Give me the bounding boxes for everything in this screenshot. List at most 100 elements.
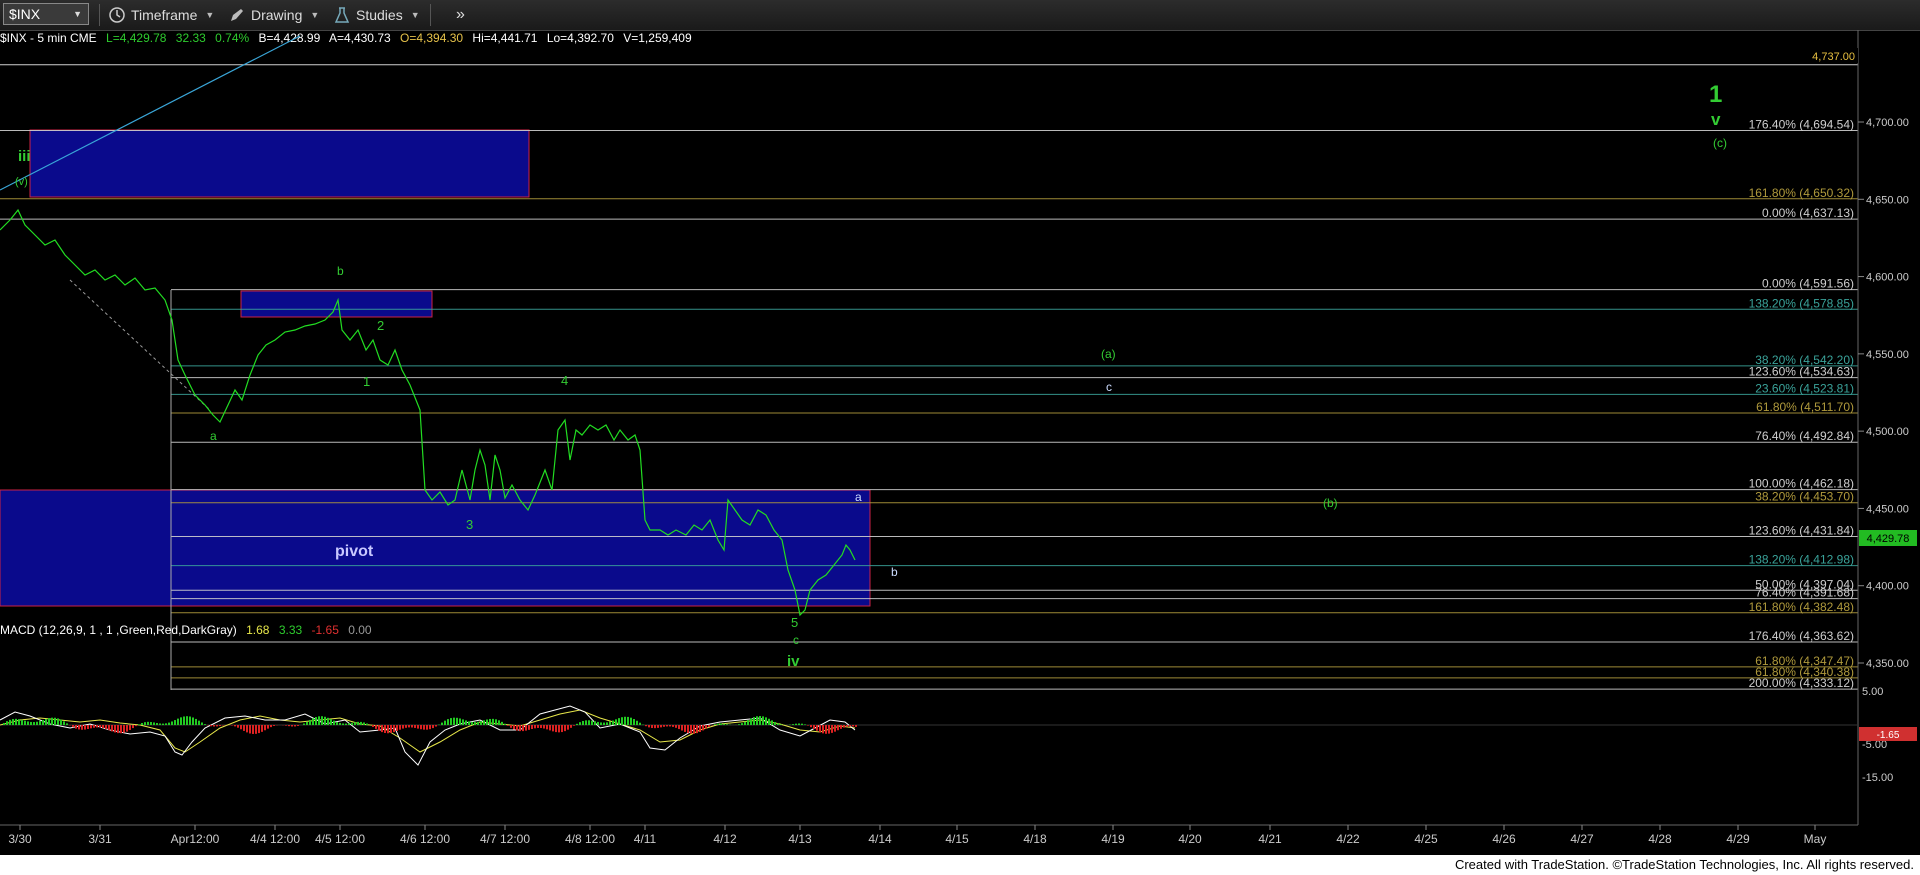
chevron-down-icon: ▼	[310, 10, 320, 20]
fib-label: 123.60% (4,534.63)	[1749, 365, 1854, 379]
macd-bar	[312, 718, 314, 725]
macd-bar	[306, 721, 308, 725]
macd-bar	[741, 723, 743, 725]
macd-bar	[462, 719, 464, 725]
macd-bar	[204, 724, 206, 725]
macd-bar	[747, 720, 749, 725]
macd-bar	[273, 725, 275, 726]
macd-bar	[498, 720, 500, 725]
macd-bar	[534, 725, 536, 729]
date-tick-label: 4/21	[1258, 832, 1282, 846]
macd-bar	[585, 720, 587, 725]
macd-bar	[597, 721, 599, 725]
price-chart[interactable]: iii (v) b 2 1 a 4 3 5 c iv (a) (b) 1 v (…	[0, 30, 1920, 855]
toolbar-separator	[430, 4, 431, 26]
macd-bar	[237, 725, 239, 728]
macd-bar	[270, 725, 272, 728]
macd-bar	[459, 718, 461, 725]
macd-bar	[171, 721, 173, 725]
price-tick-label: 4,400.00	[1866, 581, 1909, 593]
fib-label: 138.20% (4,412.98)	[1749, 553, 1854, 567]
macd-bar	[501, 721, 503, 725]
macd-bar	[246, 725, 248, 733]
macd-bar	[543, 725, 545, 729]
chevron-down-icon: ▼	[205, 10, 215, 20]
macd-bar	[147, 721, 149, 725]
drawing-button[interactable]: Drawing ▼	[227, 3, 319, 27]
macd-bar	[471, 721, 473, 725]
macd-bar	[756, 716, 758, 725]
macd-bar	[264, 725, 266, 731]
macd-bar	[186, 716, 188, 725]
macd-bar	[615, 719, 617, 725]
macd-bar	[399, 725, 401, 730]
macd-bar	[96, 725, 98, 728]
macd-bar	[144, 722, 146, 725]
macd-value-2: 3.33	[279, 623, 303, 637]
macd-bar	[840, 725, 842, 729]
studies-button[interactable]: Studies ▼	[332, 3, 420, 27]
date-tick-label: 4/8 12:00	[565, 832, 615, 846]
macd-bar	[795, 723, 797, 725]
macd-bar	[777, 723, 779, 725]
macd-bar	[540, 725, 542, 729]
macd-bar	[129, 725, 131, 730]
macd-bar	[567, 725, 569, 730]
macd-bar	[15, 718, 17, 725]
date-tick-label: 4/14	[868, 832, 892, 846]
macd-bar	[819, 725, 821, 733]
macd-bar	[504, 723, 506, 725]
macd-bar	[183, 716, 185, 725]
macd-bar	[309, 719, 311, 725]
macd-bar	[54, 717, 56, 725]
wave-label-2: 2	[377, 318, 384, 333]
macd-axis-neg15: -15.00	[1862, 772, 1893, 784]
macd-bar	[177, 718, 179, 725]
timeframe-button[interactable]: Timeframe ▼	[107, 3, 214, 27]
double-chevron-icon: »	[456, 6, 465, 23]
wave-label-a-paren: (a)	[1101, 347, 1116, 361]
macd-bar	[414, 725, 416, 728]
fib-label: 176.40% (4,363.62)	[1749, 629, 1854, 643]
macd-bar	[423, 725, 425, 730]
price-tick-label: 4,700.00	[1866, 117, 1909, 129]
macd-bar	[675, 725, 677, 728]
macd-bar	[375, 725, 377, 729]
wave-label-1: 1	[363, 374, 370, 389]
date-tick-label: Apr12:00	[171, 832, 220, 846]
date-tick-label: May	[1804, 832, 1827, 846]
macd-bar	[522, 725, 524, 732]
macd-bar	[714, 724, 716, 725]
macd-bar	[105, 725, 107, 729]
macd-bar	[387, 725, 389, 734]
drawing-label: Drawing	[251, 7, 303, 23]
wave-label-c-white: c	[1106, 380, 1112, 394]
fib-label: 176.40% (4,694.54)	[1749, 117, 1854, 131]
macd-bar	[138, 724, 140, 725]
macd-bar	[426, 725, 428, 730]
macd-bar	[261, 725, 263, 732]
date-tick-label: 4/22	[1336, 832, 1360, 846]
macd-bar	[705, 725, 707, 729]
macd-bar	[108, 725, 110, 731]
wave-label-1-big: 1	[1709, 81, 1722, 108]
date-tick-label: 4/13	[788, 832, 812, 846]
macd-bar	[339, 722, 341, 725]
macd-bar	[51, 717, 53, 725]
macd-bar	[852, 725, 854, 727]
pivot-label: pivot	[335, 543, 374, 560]
wave-label-iii: iii	[18, 148, 31, 165]
symbol-selector[interactable]: $INX ▼	[3, 3, 89, 25]
macd-bar	[621, 717, 623, 725]
wave-label-b-paren: (b)	[1323, 496, 1338, 510]
more-button[interactable]: »	[456, 3, 465, 27]
macd-bar	[645, 725, 647, 727]
macd-bar	[201, 722, 203, 725]
date-tick-label: 4/18	[1023, 832, 1047, 846]
macd-bar	[66, 723, 68, 725]
date-axis: 3/30 3/31 Apr12:00 4/4 12:00 4/5 12:00 4/6 12…	[8, 825, 1826, 846]
macd-bar	[141, 723, 143, 725]
price-tick-label: 4,600.00	[1866, 272, 1909, 284]
macd-bar	[633, 719, 635, 725]
chevron-down-icon: ▼	[410, 10, 420, 20]
